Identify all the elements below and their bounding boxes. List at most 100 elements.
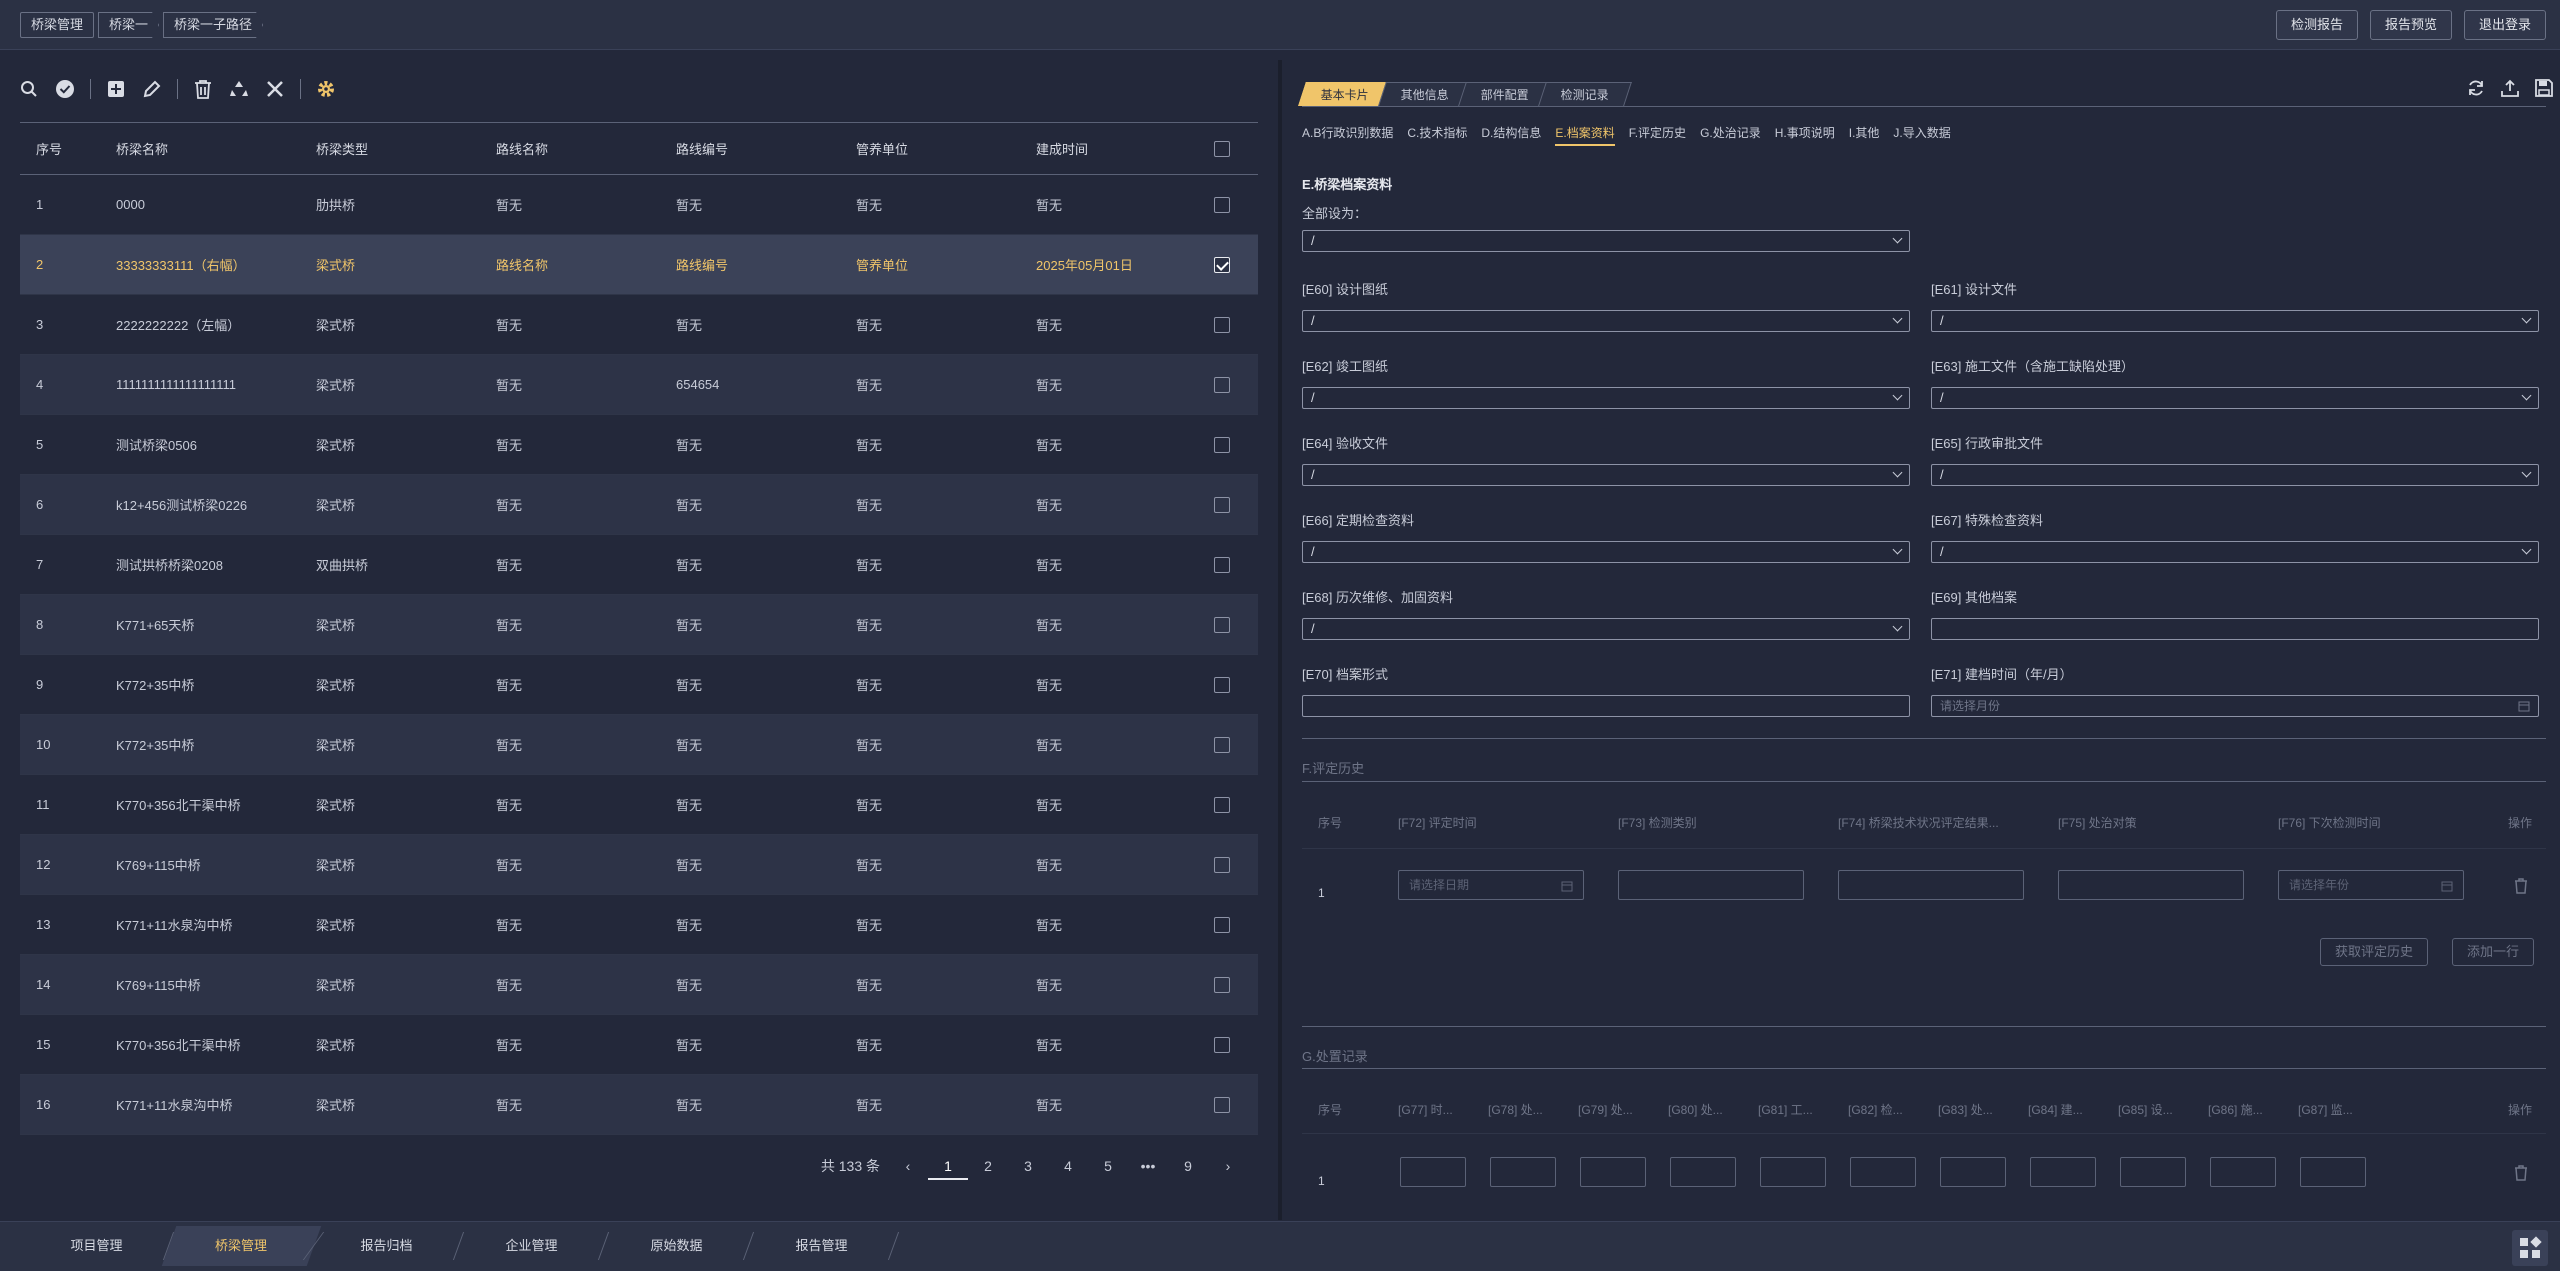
field-e68-select[interactable]: /	[1302, 618, 1910, 640]
pagination-next[interactable]: ›	[1208, 1158, 1248, 1174]
check-circle-icon[interactable]	[54, 78, 76, 100]
table-row[interactable]: 16 K771+11水泉沟中桥 梁式桥 暂无 暂无 暂无 暂无	[20, 1075, 1258, 1135]
row-checkbox[interactable]	[1214, 196, 1230, 213]
add-row-button[interactable]: 添加一行	[2452, 938, 2535, 966]
table-row[interactable]: 3 2222222222（左幅） 梁式桥 暂无 暂无 暂无 暂无	[20, 295, 1258, 355]
f74-input[interactable]	[1838, 870, 2024, 900]
row-checkbox[interactable]	[1214, 736, 1230, 753]
table-row[interactable]: 12 K769+115中桥 梁式桥 暂无 暂无 暂无 暂无	[20, 835, 1258, 895]
field-e66-select[interactable]: /	[1302, 541, 1910, 563]
pagination-page-9[interactable]: 9	[1168, 1158, 1208, 1174]
nav-report-management[interactable]: 报告管理	[749, 1226, 894, 1266]
field-e63-select[interactable]: /	[1931, 387, 2539, 409]
table-row[interactable]: 9 K772+35中桥 梁式桥 暂无 暂无 暂无 暂无	[20, 655, 1258, 715]
row-checkbox[interactable]	[1214, 556, 1230, 573]
row-checkbox[interactable]	[1214, 676, 1230, 693]
settings-icon[interactable]	[315, 78, 337, 100]
breadcrumb-item-bridge[interactable]: 桥梁一	[98, 12, 159, 38]
nav-raw-data[interactable]: 原始数据	[604, 1226, 749, 1266]
row-checkbox[interactable]	[1214, 916, 1230, 933]
row-checkbox[interactable]	[1214, 1036, 1230, 1053]
row-checkbox[interactable]	[1214, 376, 1230, 393]
g-field-input[interactable]	[1580, 1157, 1646, 1187]
tab-basic-card[interactable]: 基本卡片	[1298, 82, 1392, 106]
field-e65-select[interactable]: /	[1931, 464, 2539, 486]
tab-inspection-record[interactable]: 检测记录	[1538, 82, 1632, 106]
tab-other-info[interactable]: 其他信息	[1378, 82, 1472, 106]
table-row[interactable]: 4 1111111111111111111 梁式桥 暂无 654654 暂无 暂无	[20, 355, 1258, 415]
field-e64-select[interactable]: /	[1302, 464, 1910, 486]
breadcrumb-item-subpath[interactable]: 桥梁一子路径	[163, 12, 263, 38]
field-e67-select[interactable]: /	[1931, 541, 2539, 563]
g-field-input[interactable]	[2120, 1157, 2186, 1187]
subtab-i[interactable]: I.其他	[1849, 124, 1880, 146]
table-row[interactable]: 2 33333333111（右幅） 梁式桥 路线名称 路线编号 管养单位 2025年05月0…	[20, 235, 1258, 295]
table-row[interactable]: 14 K769+115中桥 梁式桥 暂无 暂无 暂无 暂无	[20, 955, 1258, 1015]
edit-icon[interactable]	[141, 78, 163, 100]
subtab-c[interactable]: C.技术指标	[1407, 124, 1467, 146]
fetch-rating-history-button[interactable]: 获取评定历史	[2320, 938, 2429, 966]
tab-component-config[interactable]: 部件配置	[1458, 82, 1552, 106]
g-field-input[interactable]	[2030, 1157, 2096, 1187]
pagination-page-1[interactable]: 1	[928, 1158, 968, 1180]
row-checkbox[interactable]	[1214, 1096, 1230, 1113]
report-preview-button[interactable]: 报告预览	[2369, 10, 2452, 40]
row-checkbox[interactable]	[1214, 436, 1230, 453]
f73-input[interactable]	[1618, 870, 1804, 900]
g-field-input[interactable]	[1940, 1157, 2006, 1187]
pagination-page-5[interactable]: 5	[1088, 1158, 1128, 1174]
table-row[interactable]: 7 测试拱桥桥梁0208 双曲拱桥 暂无 暂无 暂无 暂无	[20, 535, 1258, 595]
field-e70-input[interactable]	[1302, 695, 1910, 717]
g-field-input[interactable]	[1400, 1157, 1466, 1187]
field-e62-select[interactable]: /	[1302, 387, 1910, 409]
pagination-page-3[interactable]: 3	[1008, 1158, 1048, 1174]
subtab-f[interactable]: F.评定历史	[1629, 124, 1686, 146]
table-row[interactable]: 1 0000 肋拱桥 暂无 暂无 暂无 暂无	[20, 175, 1258, 235]
inspection-report-button[interactable]: 检测报告	[2275, 10, 2358, 40]
save-icon[interactable]	[2534, 78, 2554, 101]
subtab-j[interactable]: J.导入数据	[1893, 124, 1950, 146]
app-grid-icon[interactable]	[2512, 1230, 2548, 1266]
logout-button[interactable]: 退出登录	[2463, 10, 2546, 40]
row-checkbox[interactable]	[1214, 496, 1230, 513]
field-e69-input[interactable]	[1931, 618, 2539, 640]
g-field-input[interactable]	[2210, 1157, 2276, 1187]
row-delete-icon[interactable]	[2514, 878, 2528, 894]
f72-date-picker[interactable]: 请选择日期	[1398, 870, 1584, 900]
pagination-page-4[interactable]: 4	[1048, 1158, 1088, 1174]
nav-enterprise-management[interactable]: 企业管理	[459, 1226, 604, 1266]
pagination-page-2[interactable]: 2	[968, 1158, 1008, 1174]
select-all-checkbox[interactable]	[1214, 140, 1230, 157]
f75-input[interactable]	[2058, 870, 2244, 900]
row-checkbox[interactable]	[1214, 796, 1230, 813]
row-checkbox[interactable]	[1214, 256, 1230, 273]
table-row[interactable]: 8 K771+65天桥 梁式桥 暂无 暂无 暂无 暂无	[20, 595, 1258, 655]
search-icon[interactable]	[18, 78, 40, 100]
subtab-h[interactable]: H.事项说明	[1775, 124, 1835, 146]
table-row[interactable]: 11 K770+356北干渠中桥 梁式桥 暂无 暂无 暂无 暂无	[20, 775, 1258, 835]
g-field-input[interactable]	[1760, 1157, 1826, 1187]
close-icon[interactable]	[264, 78, 286, 100]
breadcrumb-item-root[interactable]: 桥梁管理	[20, 12, 95, 38]
pagination-ellipsis[interactable]: •••	[1128, 1158, 1168, 1174]
add-icon[interactable]	[105, 78, 127, 100]
set-all-select[interactable]: /	[1302, 230, 1910, 252]
g-field-input[interactable]	[1490, 1157, 1556, 1187]
row-delete-icon[interactable]	[2514, 1165, 2528, 1181]
row-checkbox[interactable]	[1214, 856, 1230, 873]
pagination-prev[interactable]: ‹	[888, 1158, 928, 1174]
subtab-a-b[interactable]: A.B行政识别数据	[1302, 124, 1393, 146]
table-row[interactable]: 13 K771+11水泉沟中桥 梁式桥 暂无 暂无 暂无 暂无	[20, 895, 1258, 955]
f76-year-picker[interactable]: 请选择年份	[2278, 870, 2464, 900]
recycle-icon[interactable]	[228, 78, 250, 100]
row-checkbox[interactable]	[1214, 976, 1230, 993]
table-row[interactable]: 10 K772+35中桥 梁式桥 暂无 暂无 暂无 暂无	[20, 715, 1258, 775]
subtab-e[interactable]: E.档案资料	[1555, 124, 1615, 146]
field-e71-month-picker[interactable]: 请选择月份	[1931, 695, 2539, 717]
g-field-input[interactable]	[1850, 1157, 1916, 1187]
nav-project-management[interactable]: 项目管理	[24, 1226, 169, 1266]
table-row[interactable]: 6 k12+456测试桥梁0226 梁式桥 暂无 暂无 暂无 暂无	[20, 475, 1258, 535]
refresh-icon[interactable]	[2466, 78, 2486, 101]
row-checkbox[interactable]	[1214, 316, 1230, 333]
table-row[interactable]: 15 K770+356北干渠中桥 梁式桥 暂无 暂无 暂无 暂无	[20, 1015, 1258, 1075]
